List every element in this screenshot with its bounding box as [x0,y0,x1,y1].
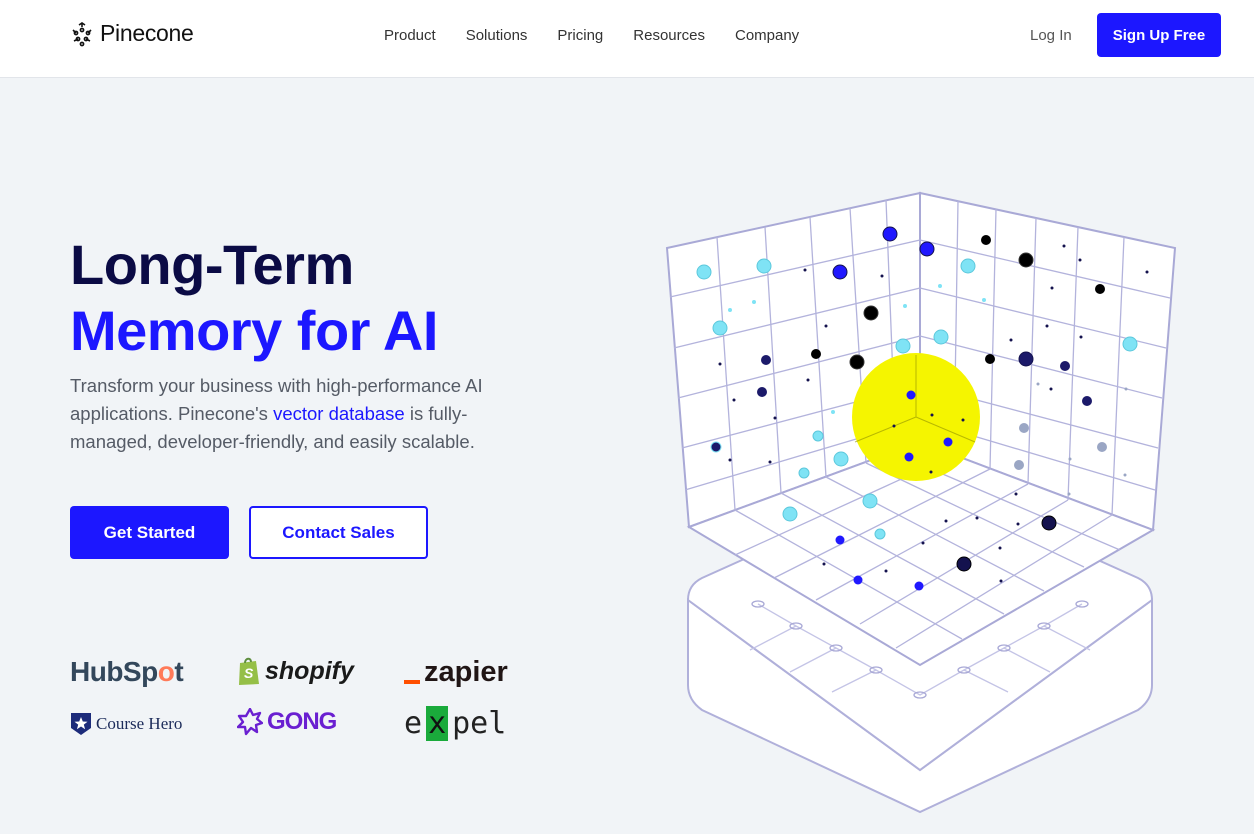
expel-text-b: pel [452,706,507,741]
nav-company[interactable]: Company [735,27,799,44]
nav-pricing[interactable]: Pricing [557,27,603,44]
expel-text-a: e [404,706,423,741]
zapier-wordmark: zapier [424,656,508,688]
gong-burst-icon [237,708,263,736]
main-nav: Product Solutions Pricing Resources Comp… [384,27,799,44]
hubspot-text-a: HubSp [70,656,158,687]
pinecone-icon [72,21,92,46]
hero-title: Long-Term Memory for AI [70,232,438,364]
brand-logo[interactable]: Pinecone [70,20,194,47]
contact-sales-button[interactable]: Contact Sales [249,506,428,559]
hubspot-text-b: t [174,656,184,687]
vector-database-link[interactable]: vector database [273,403,405,424]
gong-wordmark: GONG [267,708,337,735]
shopify-bag-icon: S [239,657,259,685]
hero-title-line1: Long-Term [70,233,354,296]
coursehero-logo: Course Hero [70,712,182,736]
expel-logo: e x pel [404,706,506,741]
hubspot-logo: HubSp o t [70,656,184,688]
expel-x: x [426,706,449,741]
signup-button[interactable]: Sign Up Free [1097,13,1221,57]
hero-title-line2: Memory for AI [70,299,438,362]
nav-solutions[interactable]: Solutions [466,27,528,44]
get-started-button[interactable]: Get Started [70,506,229,559]
shopify-logo: S shopify [237,656,354,686]
zapier-underscore [404,679,420,684]
svg-text:S: S [244,665,254,681]
vector-space-illustration [665,191,1177,814]
nav-product[interactable]: Product [384,27,436,44]
coursehero-shield-icon [71,713,91,735]
shopify-wordmark: shopify [265,656,354,685]
hero-description: Transform your business with high-perfor… [70,372,520,456]
zapier-logo: zapier [404,656,508,689]
hubspot-sprocket: o [157,656,175,687]
brand-name: Pinecone [100,20,194,46]
nav-resources[interactable]: Resources [633,27,705,44]
login-link[interactable]: Log In [1030,27,1072,44]
gong-logo: GONG [237,708,337,736]
coursehero-wordmark: Course Hero [96,714,183,733]
top-navbar: Pinecone Product Solutions Pricing Resou… [0,0,1254,78]
